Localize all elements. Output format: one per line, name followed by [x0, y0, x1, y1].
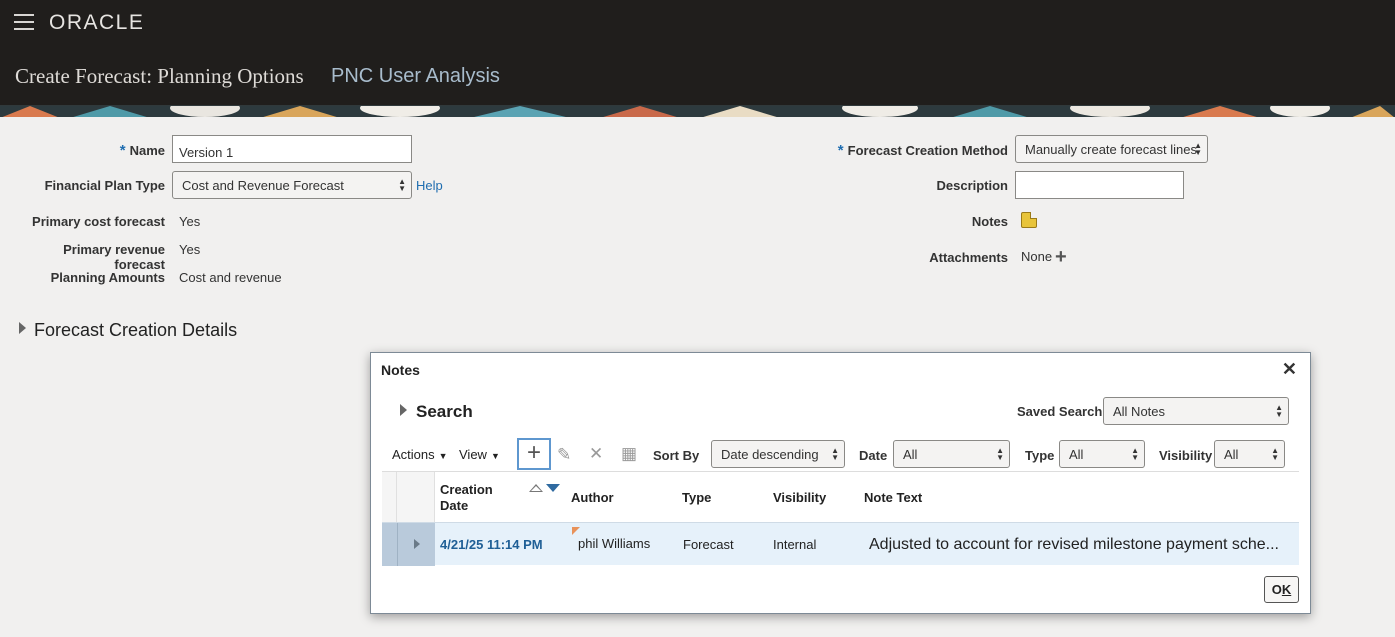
cell-note-text: Adjusted to account for revised mileston… — [869, 536, 1279, 553]
primary-revenue-forecast-value: Yes — [179, 242, 201, 257]
sort-ascending-icon[interactable] — [529, 484, 543, 492]
primary-cost-forecast-label: Primary cost forecast — [32, 214, 165, 229]
notes-label: Notes — [971, 214, 1008, 229]
help-link[interactable]: Help — [416, 178, 443, 193]
column-header-type[interactable]: Type — [682, 490, 711, 506]
table-row[interactable]: 4/21/25 11:14 PM phil Williams Forecast … — [382, 522, 1299, 566]
attachments-value: None — [1021, 249, 1053, 264]
date-filter-select[interactable]: All ▲ ▼ — [893, 440, 1010, 468]
header-spacer — [382, 472, 397, 522]
ok-button[interactable]: OK — [1264, 576, 1299, 603]
date-filter-label: Date — [859, 448, 888, 463]
forecast-creation-details-header[interactable]: Forecast Creation Details — [34, 320, 237, 341]
sort-by-label: Sort By — [653, 448, 700, 463]
chevron-down-icon: ▼ — [490, 451, 500, 461]
delete-x-icon[interactable]: ✕ — [589, 444, 603, 464]
saved-search-label: Saved Search — [1017, 404, 1103, 419]
hamburger-menu-icon[interactable] — [14, 14, 34, 30]
header-spacer — [397, 472, 435, 522]
sort-by-select[interactable]: Date descending ▲ ▼ — [711, 440, 845, 468]
banner-pattern-icon — [0, 105, 1395, 117]
name-input[interactable] — [172, 135, 412, 163]
select-arrows-icon: ▲ ▼ — [831, 446, 839, 462]
visibility-filter-select[interactable]: All ▲ ▼ — [1214, 440, 1285, 468]
primary-cost-forecast-value: Yes — [179, 214, 201, 229]
column-header-visibility[interactable]: Visibility — [773, 490, 826, 506]
type-filter-select[interactable]: All ▲ ▼ — [1059, 440, 1145, 468]
forecast-creation-method-label: * Forecast Creation Method — [837, 142, 1008, 159]
financial-plan-type-label: Financial Plan Type — [44, 178, 165, 193]
note-flag-icon — [572, 527, 580, 535]
oracle-logo: ORACLE — [49, 11, 145, 34]
planning-amounts-label: Planning Amounts — [50, 270, 165, 285]
column-header-author[interactable]: Author — [571, 490, 614, 506]
chevron-down-icon: ▼ — [438, 451, 448, 461]
notes-dialog: Notes ✕ Search Saved Search All Notes ▲ ▼… — [370, 352, 1311, 614]
planning-amounts-value: Cost and revenue — [179, 270, 282, 285]
actions-menu[interactable]: Actions ▼ — [392, 447, 448, 462]
add-attachment-plus-icon[interactable]: + — [1055, 247, 1067, 267]
attachments-label: Attachments — [929, 250, 1008, 265]
select-arrows-icon: ▲ ▼ — [398, 177, 406, 193]
search-section-header[interactable]: Search — [416, 402, 473, 422]
visibility-filter-label: Visibility — [1159, 448, 1213, 463]
close-icon[interactable]: ✕ — [1282, 359, 1297, 380]
sort-descending-icon[interactable] — [546, 484, 560, 492]
select-arrows-icon: ▲ ▼ — [996, 446, 1004, 462]
select-arrows-icon: ▲ ▼ — [1194, 141, 1202, 157]
select-arrows-icon: ▲ ▼ — [1131, 446, 1139, 462]
cell-author: phil Williams — [578, 536, 651, 551]
cell-creation-date[interactable]: 4/21/25 11:14 PM — [440, 537, 543, 552]
saved-search-select[interactable]: All Notes ▲ ▼ — [1103, 397, 1289, 425]
freeze-columns-icon[interactable]: ▦ — [621, 444, 637, 464]
row-selector[interactable] — [397, 523, 435, 566]
primary-revenue-forecast-label: Primary revenue forecast — [63, 242, 165, 272]
search-expand-triangle-icon[interactable] — [400, 404, 407, 416]
type-filter-label: Type — [1025, 448, 1055, 463]
dialog-title: Notes — [381, 362, 420, 378]
view-menu[interactable]: View ▼ — [459, 447, 500, 462]
description-input[interactable] — [1015, 171, 1184, 199]
column-header-note-text[interactable]: Note Text — [864, 490, 922, 506]
notes-icon[interactable] — [1021, 212, 1037, 228]
cell-visibility: Internal — [773, 537, 817, 552]
financial-plan-type-select[interactable]: Cost and Revenue Forecast ▲ ▼ — [172, 171, 412, 199]
decorative-banner — [0, 105, 1395, 117]
page-subtitle: PNC User Analysis — [331, 65, 500, 87]
notes-table: Creation Date Author Type Visibility Note… — [382, 471, 1299, 566]
top-header: ORACLE Create Forecast: Planning Options… — [0, 0, 1395, 105]
row-expand-triangle-icon[interactable] — [414, 539, 420, 549]
column-header-creation-date[interactable]: Creation Date — [440, 482, 493, 514]
expand-triangle-icon[interactable] — [19, 322, 26, 334]
name-label: * Name — [119, 142, 165, 159]
cell-type: Forecast — [683, 537, 734, 552]
select-arrows-icon: ▲ ▼ — [1271, 446, 1279, 462]
page-title: Create Forecast: Planning Options — [15, 64, 304, 88]
edit-pencil-icon[interactable]: ✎ — [557, 445, 571, 465]
select-arrows-icon: ▲ ▼ — [1275, 403, 1283, 419]
description-label: Description — [936, 178, 1008, 193]
add-note-plus-icon[interactable]: + — [517, 438, 551, 470]
forecast-creation-method-select[interactable]: Manually create forecast lines ▲ ▼ — [1015, 135, 1208, 163]
row-selector[interactable] — [382, 523, 397, 566]
